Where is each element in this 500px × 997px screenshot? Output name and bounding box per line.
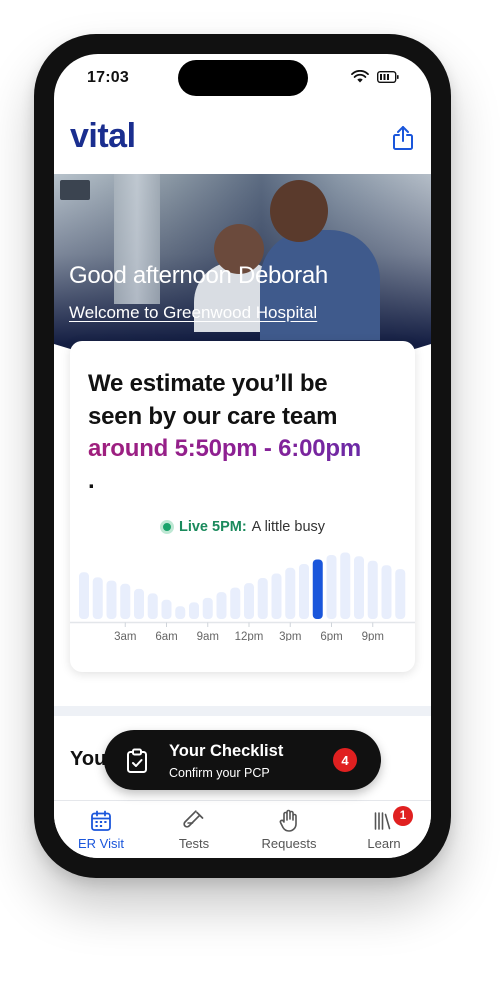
chart-bar bbox=[79, 572, 89, 619]
chart-tick-label: 12pm bbox=[235, 631, 264, 641]
section-title: You bbox=[70, 748, 107, 770]
app-header: vital bbox=[54, 104, 431, 174]
dynamic-island bbox=[178, 60, 308, 96]
chart-bar bbox=[340, 552, 351, 619]
chart-bar bbox=[106, 580, 117, 619]
tab-requests-label: Requests bbox=[261, 836, 317, 851]
estimate-line-2: seen by our care team bbox=[88, 403, 338, 430]
library-icon bbox=[337, 809, 431, 833]
chart-bar bbox=[354, 556, 364, 619]
greeting-text: Good afternoon Deborah bbox=[69, 262, 328, 289]
hand-icon bbox=[242, 809, 336, 833]
live-indicator-icon bbox=[159, 520, 174, 534]
tab-bar: ER Visit Tests Requests Learn 1 bbox=[54, 800, 431, 858]
wifi-icon bbox=[351, 69, 369, 88]
welcome-link[interactable]: Welcome to Greenwood Hospital bbox=[69, 303, 317, 323]
chart-bar bbox=[230, 587, 241, 619]
hero-photo-monitor bbox=[60, 180, 90, 200]
busyness-chart: 3am 6am 9am 12pm 3pm 6pm 9pm bbox=[70, 552, 415, 641]
status-time: 17:03 bbox=[87, 69, 129, 86]
estimate-time-range: around 5:50pm - 6:00pm bbox=[88, 435, 361, 462]
live-label: Live 5PM: bbox=[178, 519, 247, 535]
chart-bar bbox=[216, 592, 227, 619]
chart-bar bbox=[326, 555, 337, 619]
checklist-title: Your Checklist bbox=[169, 742, 284, 760]
clipboard-check-icon bbox=[126, 748, 148, 779]
hero-photo-nurse-head bbox=[270, 180, 328, 242]
chart-bar bbox=[244, 583, 254, 619]
section-divider bbox=[54, 706, 431, 716]
chart-tick-label: 6pm bbox=[320, 631, 342, 641]
chart-bar bbox=[92, 577, 103, 619]
tab-learn[interactable]: Learn 1 bbox=[337, 806, 431, 851]
estimate-line-1: We estimate you’ll be bbox=[88, 370, 328, 397]
checklist-count-badge: 4 bbox=[333, 748, 357, 772]
chart-bar bbox=[285, 567, 296, 619]
chart-bar bbox=[120, 583, 131, 619]
share-icon[interactable] bbox=[389, 122, 417, 154]
vital-logo: vital bbox=[70, 117, 136, 155]
phone-screen: 17:03 vital Good afternoon Deborah Welco… bbox=[54, 54, 431, 858]
tab-requests[interactable]: Requests bbox=[242, 809, 336, 851]
live-description: A little busy bbox=[251, 519, 326, 535]
chart-bar bbox=[175, 606, 186, 619]
chart-tick-label: 6am bbox=[155, 631, 177, 641]
chart-bar bbox=[299, 563, 309, 619]
estimate-trailing: . bbox=[88, 467, 95, 494]
chart-bar bbox=[381, 565, 392, 619]
estimate-card: We estimate you’ll be seen by our care t… bbox=[70, 341, 415, 672]
chart-tick-label: 9pm bbox=[362, 631, 384, 641]
chart-tick-label: 9am bbox=[197, 631, 219, 641]
live-status: Live 5PM: A little busy bbox=[70, 519, 415, 535]
checklist-subtitle: Confirm your PCP bbox=[169, 766, 270, 780]
test-tube-icon bbox=[147, 809, 241, 833]
chart-bar bbox=[147, 593, 158, 619]
chart-bar bbox=[202, 597, 213, 619]
chart-tick-label: 3am bbox=[114, 631, 136, 641]
status-icons bbox=[351, 69, 399, 88]
battery-icon bbox=[376, 70, 399, 88]
chart-bar bbox=[161, 599, 172, 619]
chart-bar bbox=[367, 560, 378, 619]
tab-er-visit-label: ER Visit bbox=[78, 836, 124, 851]
tab-tests[interactable]: Tests bbox=[147, 809, 241, 851]
chart-bar bbox=[189, 602, 199, 619]
tab-er-visit[interactable]: ER Visit bbox=[54, 809, 148, 851]
chart-bar bbox=[134, 588, 144, 619]
chart-bar-current bbox=[312, 559, 323, 619]
tab-learn-label: Learn bbox=[367, 836, 401, 851]
calendar-icon bbox=[54, 809, 148, 833]
chart-bar bbox=[395, 569, 406, 619]
checklist-button[interactable]: Your Checklist Confirm your PCP 4 bbox=[104, 730, 381, 790]
chart-tick-label: 3pm bbox=[279, 631, 301, 641]
chart-bar bbox=[271, 573, 282, 619]
tab-tests-label: Tests bbox=[178, 836, 210, 851]
learn-notification-badge: 1 bbox=[393, 806, 413, 826]
chart-bar bbox=[257, 578, 268, 619]
